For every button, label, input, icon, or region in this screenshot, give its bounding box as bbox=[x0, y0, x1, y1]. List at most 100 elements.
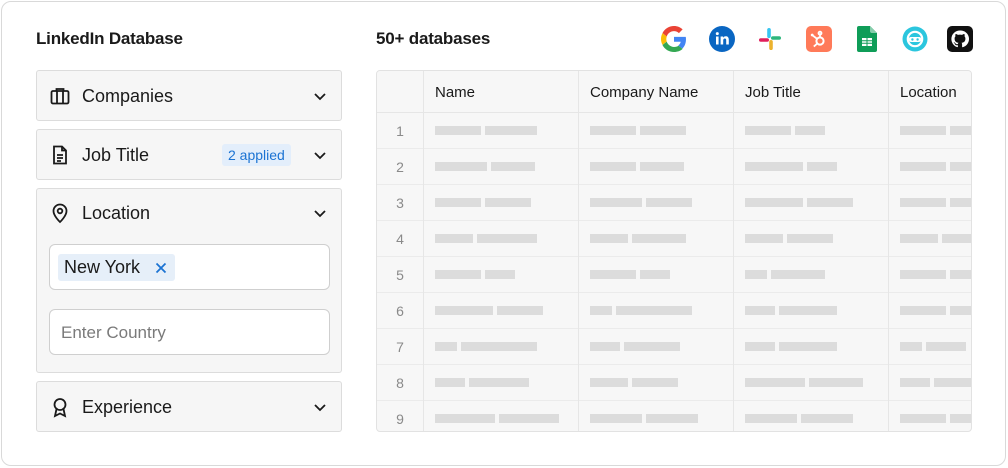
left-panel-title: LinkedIn Database bbox=[36, 29, 183, 48]
skeleton-placeholder bbox=[900, 342, 922, 351]
skeleton-placeholder bbox=[801, 414, 853, 423]
filter-job-title-label: Job Title bbox=[82, 144, 150, 165]
table-cell bbox=[888, 221, 971, 257]
table-row[interactable]: 9 bbox=[377, 401, 971, 431]
linkedin-icon bbox=[708, 25, 736, 53]
filter-location-header[interactable]: Location bbox=[37, 189, 341, 237]
skeleton-placeholder bbox=[950, 270, 971, 279]
row-number: 6 bbox=[396, 303, 404, 319]
table-cell bbox=[888, 185, 971, 221]
chevron-down-icon[interactable] bbox=[311, 146, 329, 164]
skeleton-placeholder bbox=[435, 198, 481, 207]
skeleton-placeholder bbox=[632, 378, 678, 387]
skeleton-placeholder bbox=[934, 378, 971, 387]
skeleton-placeholder bbox=[787, 234, 833, 243]
filter-companies[interactable]: Companies bbox=[36, 70, 342, 121]
filter-experience[interactable]: Experience bbox=[36, 381, 342, 432]
filter-job-title[interactable]: Job Title 2 applied bbox=[36, 129, 342, 180]
skeleton-placeholder bbox=[590, 198, 642, 207]
skeleton-placeholder bbox=[745, 126, 791, 135]
skeleton-placeholder bbox=[950, 306, 971, 315]
skeleton-placeholder bbox=[942, 234, 971, 243]
table-row[interactable]: 1 bbox=[377, 113, 971, 149]
column-header-company-name[interactable]: Company Name bbox=[578, 71, 733, 113]
filter-experience-label: Experience bbox=[82, 396, 173, 417]
skeleton-placeholder bbox=[435, 162, 487, 171]
table-row[interactable]: 6 bbox=[377, 293, 971, 329]
column-header-location[interactable]: Location bbox=[888, 71, 971, 113]
table-cell bbox=[733, 293, 888, 329]
row-number: 8 bbox=[396, 375, 404, 391]
table-cell bbox=[578, 149, 733, 185]
skeleton-placeholder bbox=[745, 414, 797, 423]
chevron-down-icon[interactable] bbox=[311, 398, 329, 416]
table-row[interactable]: 7 bbox=[377, 329, 971, 365]
skeleton-placeholder bbox=[435, 234, 473, 243]
table-cell bbox=[578, 221, 733, 257]
skeleton-placeholder bbox=[745, 270, 767, 279]
skeleton-placeholder bbox=[461, 342, 537, 351]
table-cell bbox=[733, 185, 888, 221]
skeleton-placeholder bbox=[745, 198, 803, 207]
skeleton-placeholder bbox=[745, 306, 775, 315]
skeleton-placeholder bbox=[485, 270, 515, 279]
skeleton-placeholder bbox=[779, 306, 837, 315]
close-icon[interactable] bbox=[154, 261, 168, 275]
table-cell bbox=[578, 257, 733, 293]
filter-location: Location New York Enter Country bbox=[36, 188, 342, 373]
skeleton-placeholder bbox=[590, 270, 636, 279]
column-header-job-title[interactable]: Job Title bbox=[733, 71, 888, 113]
table-cell bbox=[423, 257, 578, 293]
table-row[interactable]: 2 bbox=[377, 149, 971, 185]
chevron-down-icon[interactable] bbox=[311, 87, 329, 105]
skeleton-placeholder bbox=[646, 414, 698, 423]
table-header: Name Company Name Job Title Location bbox=[377, 71, 971, 113]
table-cell bbox=[888, 365, 971, 401]
location-city-input[interactable]: New York bbox=[49, 244, 330, 290]
table-row[interactable]: 5 bbox=[377, 257, 971, 293]
hubspot-icon bbox=[805, 25, 833, 53]
map-pin-icon bbox=[49, 202, 71, 224]
country-input[interactable]: Enter Country bbox=[49, 309, 330, 355]
table-cell bbox=[888, 293, 971, 329]
table-cell bbox=[578, 329, 733, 365]
table-cell bbox=[578, 401, 733, 431]
skeleton-placeholder bbox=[435, 306, 493, 315]
skeleton-placeholder bbox=[590, 378, 628, 387]
skeleton-placeholder bbox=[624, 342, 680, 351]
skeleton-placeholder bbox=[497, 306, 543, 315]
skeleton-placeholder bbox=[435, 414, 495, 423]
filter-location-label: Location bbox=[82, 202, 151, 223]
skeleton-placeholder bbox=[795, 126, 825, 135]
table-cell bbox=[888, 401, 971, 431]
applied-badge: 2 applied bbox=[222, 144, 291, 166]
country-input-placeholder: Enter Country bbox=[61, 323, 166, 342]
skeleton-placeholder bbox=[745, 234, 783, 243]
skeleton-placeholder bbox=[950, 198, 971, 207]
chevron-down-icon[interactable] bbox=[311, 204, 329, 222]
row-number: 7 bbox=[396, 339, 404, 355]
table-cell bbox=[423, 365, 578, 401]
table-row[interactable]: 4 bbox=[377, 221, 971, 257]
skeleton-placeholder bbox=[590, 414, 642, 423]
skeleton-placeholder bbox=[499, 414, 559, 423]
skeleton-placeholder bbox=[435, 378, 465, 387]
location-chip: New York bbox=[58, 254, 176, 281]
location-chip-label: New York bbox=[64, 257, 141, 277]
skeleton-placeholder bbox=[640, 126, 686, 135]
table-row[interactable]: 8 bbox=[377, 365, 971, 401]
skeleton-placeholder bbox=[900, 306, 946, 315]
filter-companies-label: Companies bbox=[82, 85, 174, 106]
skeleton-placeholder bbox=[590, 342, 620, 351]
column-header-name[interactable]: Name bbox=[423, 71, 578, 113]
github-icon bbox=[946, 25, 974, 53]
skeleton-placeholder bbox=[807, 198, 853, 207]
award-icon bbox=[49, 396, 71, 418]
table-cell bbox=[578, 113, 733, 149]
row-number: 1 bbox=[396, 123, 404, 139]
table-row[interactable]: 3 bbox=[377, 185, 971, 221]
google-icon bbox=[660, 25, 688, 53]
right-panel-title: 50+ databases bbox=[376, 29, 491, 48]
skeleton-placeholder bbox=[485, 198, 531, 207]
skeleton-placeholder bbox=[491, 162, 535, 171]
